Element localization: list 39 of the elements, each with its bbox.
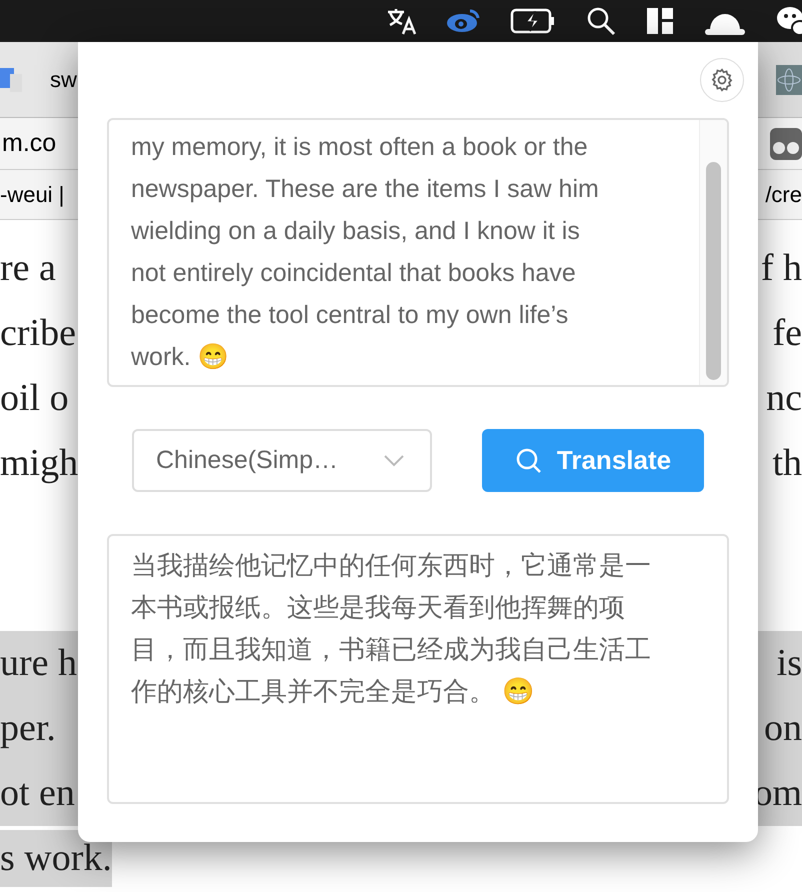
translated-text: 当我描绘他记忆中的任何东西时，它通常是一本书或报纸。这些是我每天看到他挥舞的项目，而且我知道，书籍已经成为我自己生活工作的核心工具并不完全是巧合。 😁 <box>131 549 652 708</box>
result-text-area[interactable]: 当我描绘他记忆中的任何东西时，它通常是一本书或报纸。这些是我每天看到他挥舞的项目，而且我知道，书籍已经成为我自己生活工作的核心工具并不完全是巧合。 😁 <box>107 534 729 804</box>
language-dropdown[interactable]: Chinese(Simp… <box>132 429 432 492</box>
translate-icon[interactable] <box>386 7 416 35</box>
article-text: fe <box>772 311 802 356</box>
browser-tab[interactable]: sw <box>0 42 78 117</box>
article-text: ure h <box>0 641 78 686</box>
chevron-down-icon <box>384 454 404 466</box>
bookmark-link[interactable]: -weui | <box>0 178 64 211</box>
settings-icon <box>709 67 735 93</box>
search-icon[interactable] <box>586 6 616 36</box>
article-text: re a <box>0 246 56 291</box>
bookmark-link[interactable]: /cre <box>765 178 802 211</box>
article-text: per. <box>0 706 56 751</box>
article-text: migh <box>0 441 78 486</box>
source-text: my memory, it is most often a book or the newspaper. These are the items I saw him wielding on a daily basis, and I know it is not entirely coincidental that books have become the tool central to my own life’s work. 😁 <box>130 132 600 373</box>
chat-icon[interactable] <box>776 6 802 36</box>
article-text: cribe <box>0 311 76 356</box>
dropdown-value: Chinese(Simp… <box>156 444 338 476</box>
translate-app-icon <box>0 66 22 94</box>
article-text: th <box>772 441 802 486</box>
settings-button[interactable] <box>700 58 744 102</box>
article-text: s work. <box>0 830 112 887</box>
mask-icon[interactable] <box>770 128 802 160</box>
article-text: ot en <box>0 771 75 816</box>
atom-icon[interactable] <box>776 64 802 94</box>
article-text: oil o <box>0 376 69 421</box>
article-text: on <box>764 706 802 751</box>
layout-icon[interactable] <box>646 7 674 35</box>
article-text: f h <box>760 246 802 291</box>
search-icon <box>514 446 543 474</box>
source-text-area[interactable] <box>107 118 729 387</box>
tab-title: sw <box>50 66 77 94</box>
scrollbar-thumb[interactable] <box>706 162 721 380</box>
article-text: nc <box>766 376 802 421</box>
battery-charging-icon[interactable] <box>510 8 556 34</box>
eye-icon[interactable] <box>446 9 480 33</box>
address-bar-text[interactable]: m.co <box>2 124 56 162</box>
article-text: is <box>776 641 802 686</box>
